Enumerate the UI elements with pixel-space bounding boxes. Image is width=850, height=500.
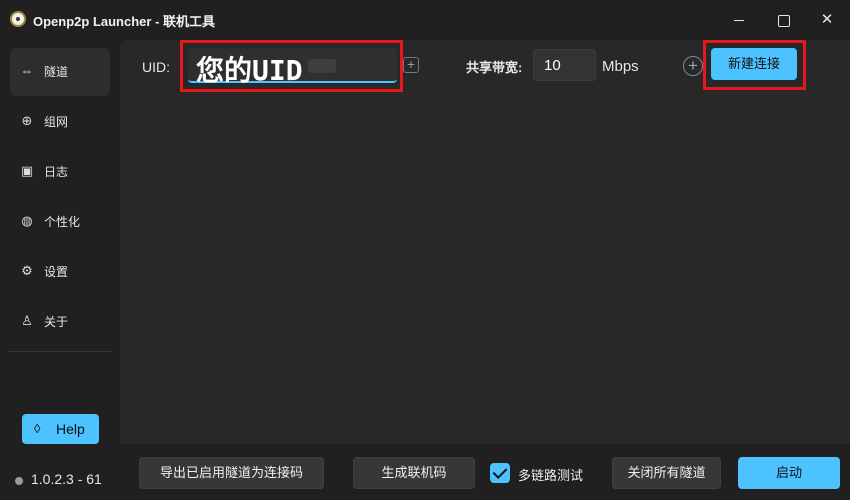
sidebar-item-personalize[interactable]: ◍ 个性化 [10, 198, 110, 246]
sidebar-item-label: 日志 [44, 165, 69, 179]
sidebar-item-label: 个性化 [44, 215, 81, 229]
generate-code-button[interactable]: 生成联机码 [353, 457, 475, 489]
sidebar-item-network[interactable]: ⊕ 组网 [10, 98, 110, 146]
close-button[interactable]: ✕ [814, 8, 840, 32]
tunnel-panel: UID: 您的UID + 共享带宽: 10 Mbps + 新建连接 [120, 40, 850, 444]
close-all-tunnels-button[interactable]: 关闭所有隧道 [612, 457, 721, 489]
sidebar: ⇔ 隧道 ⊕ 组网 ▣ 日志 ◍ 个性化 ⚙ 设置 ♙ 关于 ◊ Help 1.… [0, 40, 120, 500]
uid-label: UID: [142, 59, 170, 75]
title-bar: Openp2p Launcher - 联机工具 ✕ [0, 0, 850, 40]
help-label: Help [56, 421, 85, 437]
lightbulb-icon: ◊ [34, 421, 41, 436]
sidebar-item-settings[interactable]: ⚙ 设置 [10, 248, 110, 296]
sidebar-item-label: 组网 [44, 115, 69, 129]
terminal-icon: ▣ [20, 163, 34, 178]
uid-highlight-box [180, 40, 403, 92]
add-circle-icon[interactable]: + [683, 56, 703, 76]
window-title: Openp2p Launcher - 联机工具 [33, 14, 216, 29]
minimize-button[interactable] [726, 8, 752, 32]
help-button[interactable]: ◊ Help [22, 414, 99, 444]
version-label: 1.0.2.3 - 61 [31, 471, 102, 487]
app-logo-icon [10, 11, 26, 27]
gear-icon: ⚙ [21, 263, 33, 278]
bandwidth-unit: Mbps [602, 58, 639, 75]
sidebar-item-log[interactable]: ▣ 日志 [10, 148, 110, 196]
bandwidth-label: 共享带宽: [466, 60, 523, 75]
status-dot-icon [15, 477, 23, 485]
sidebar-item-about[interactable]: ♙ 关于 [10, 298, 110, 346]
link-icon: ⇔ [20, 63, 34, 78]
multilink-checkbox[interactable] [490, 463, 510, 483]
maximize-button[interactable] [770, 8, 796, 32]
bandwidth-value: 10 [544, 57, 561, 74]
sidebar-item-label: 隧道 [44, 65, 69, 79]
sidebar-item-tunnel[interactable]: ⇔ 隧道 [10, 48, 110, 96]
uid-add-icon[interactable]: + [403, 57, 419, 73]
footer-toolbar: 导出已启用隧道为连接码 生成联机码 多链路测试 关闭所有隧道 启动 [120, 444, 850, 500]
sidebar-divider [8, 351, 112, 352]
new-connection-highlight-box [703, 40, 806, 90]
palette-icon: ◍ [21, 213, 33, 228]
sidebar-item-label: 关于 [44, 315, 69, 329]
bandwidth-input[interactable]: 10 [533, 49, 596, 81]
start-button[interactable]: 启动 [738, 457, 840, 489]
globe-icon: ⊕ [21, 113, 33, 128]
export-tunnels-button[interactable]: 导出已启用隧道为连接码 [139, 457, 324, 489]
multilink-label: 多链路测试 [518, 468, 584, 483]
user-info-icon: ♙ [21, 313, 33, 328]
sidebar-item-label: 设置 [44, 265, 69, 279]
